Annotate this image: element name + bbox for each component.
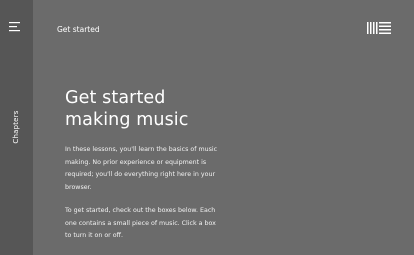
app-window: Chapters Get started Get started making … [0,0,414,255]
chapters-button[interactable]: Chapters [12,110,20,143]
menu-button[interactable] [9,21,23,34]
intro-paragraph: In these lessons, you'll learn the basic… [65,146,218,191]
instructions-paragraph: To get started, check out the boxes belo… [65,207,216,239]
main-content: Get started Get started making music In … [33,0,414,255]
header-title: Get started [57,25,100,34]
sidebar: Chapters [0,0,33,255]
ableton-logo-icon [367,22,391,34]
page-title-line-1: Get started [65,88,166,108]
page-title: Get started making music [65,87,285,131]
logo-link[interactable] [367,22,393,36]
page-title-line-2: making music [65,110,189,130]
menu-icon [9,22,20,32]
